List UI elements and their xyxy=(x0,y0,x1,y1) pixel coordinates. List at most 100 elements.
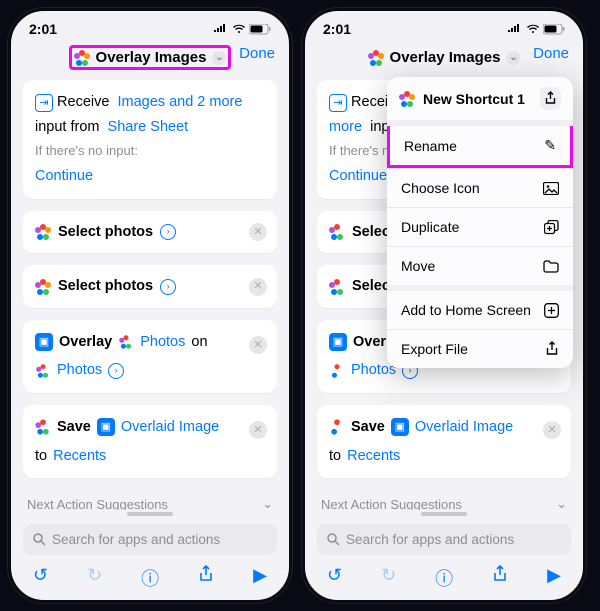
delete-action-icon[interactable]: ✕ xyxy=(249,421,267,439)
token-recents[interactable]: Recents xyxy=(53,444,106,469)
battery-icon xyxy=(543,24,565,35)
select-photos-action-1[interactable]: Select photos › ✕ xyxy=(23,211,277,254)
next-action-suggestions[interactable]: Next Action Suggestions ⌄ xyxy=(317,490,571,510)
delete-action-icon[interactable]: ✕ xyxy=(543,421,561,439)
token-overlaid-image[interactable]: Overlaid Image xyxy=(415,415,513,440)
select-photos-action-2[interactable]: Select photos › ✕ xyxy=(23,265,277,308)
chevron-down-icon: ⌄ xyxy=(212,51,226,65)
token-continue[interactable]: Continue xyxy=(329,168,387,184)
chevron-down-icon: ⌄ xyxy=(506,51,520,65)
shortcut-title: Overlay Images xyxy=(390,49,501,66)
search-field[interactable]: Search for apps and actions xyxy=(317,524,571,555)
expand-icon[interactable]: › xyxy=(160,224,176,240)
done-button[interactable]: Done xyxy=(533,45,569,62)
menu-add-home[interactable]: Add to Home Screen xyxy=(387,291,573,329)
token-overlaid-image[interactable]: Overlaid Image xyxy=(121,415,219,440)
share-button[interactable] xyxy=(492,565,508,591)
text-overlay: Overlay xyxy=(59,330,112,355)
expand-icon[interactable]: › xyxy=(108,363,124,379)
next-action-suggestions[interactable]: Next Action Suggestions ⌄ xyxy=(23,490,277,510)
delete-action-icon[interactable]: ✕ xyxy=(249,223,267,241)
photos-app-icon xyxy=(329,224,345,240)
phone-right-menu-open: 2:01 Overlay Images ⌄ Done ⇥ Recei more … xyxy=(302,8,586,603)
menu-move[interactable]: Move xyxy=(387,246,573,285)
drag-indicator[interactable] xyxy=(421,512,467,516)
photos-app-icon xyxy=(35,420,50,435)
overlay-icon: ▣ xyxy=(329,333,347,351)
status-bar: 2:01 xyxy=(11,11,289,39)
photos-app-icon xyxy=(35,224,51,240)
phone-left-normal: 2:01 Overlay Images ⌄ Done ⇥ Receive Ima… xyxy=(8,8,292,603)
suggestions-label: Next Action Suggestions xyxy=(27,497,168,510)
search-icon xyxy=(327,533,340,546)
token-photos-2[interactable]: Photos xyxy=(57,358,102,383)
text-overlay-trunc: Overl xyxy=(353,330,390,355)
chevron-down-icon: ⌄ xyxy=(262,496,273,510)
expand-icon[interactable]: › xyxy=(160,279,176,295)
wifi-icon xyxy=(232,24,246,34)
overlay-action[interactable]: ▣ Overlay Photos on Photos › ✕ xyxy=(23,320,277,393)
token-share-sheet[interactable]: Share Sheet xyxy=(108,119,189,135)
menu-rename[interactable]: Rename ✎ xyxy=(387,126,573,168)
token-continue[interactable]: Continue xyxy=(35,168,93,184)
status-time: 2:01 xyxy=(29,21,57,37)
photos-mini-icon xyxy=(36,364,50,378)
shortcut-title-button[interactable]: Overlay Images ⌄ xyxy=(360,45,529,70)
text-save: Save xyxy=(57,415,91,440)
search-field[interactable]: Search for apps and actions xyxy=(23,524,277,555)
save-action[interactable]: Save ▣ Overlaid Image to Recents ✕ xyxy=(23,405,277,478)
photos-mini-icon xyxy=(330,364,344,378)
menu-duplicate[interactable]: Duplicate xyxy=(387,207,573,246)
text-to: to xyxy=(329,444,341,469)
token-more-trunc[interactable]: more xyxy=(329,119,362,135)
menu-item-label: Move xyxy=(401,258,435,274)
picture-icon xyxy=(543,182,559,195)
done-button[interactable]: Done xyxy=(239,45,275,62)
chevron-down-icon: ⌄ xyxy=(556,496,567,510)
info-button[interactable]: ⓘ xyxy=(435,565,453,591)
delete-action-icon[interactable]: ✕ xyxy=(249,278,267,296)
info-button[interactable]: ⓘ xyxy=(141,565,159,591)
menu-item-label: Export File xyxy=(401,341,468,357)
action-label: Select photos xyxy=(58,274,153,299)
shortcut-options-menu: New Shortcut 1 Rename ✎ Choose Icon Dupl… xyxy=(387,77,573,368)
menu-header: New Shortcut 1 xyxy=(387,77,573,120)
token-recents[interactable]: Recents xyxy=(347,444,400,469)
input-icon: ⇥ xyxy=(35,94,53,112)
undo-button[interactable]: ↺ xyxy=(33,565,48,591)
share-icon[interactable] xyxy=(540,87,561,110)
share-button[interactable] xyxy=(198,565,214,591)
photos-app-icon xyxy=(35,279,51,295)
run-button[interactable]: ▶ xyxy=(253,565,267,591)
shortcuts-app-icon xyxy=(74,50,90,66)
token-images[interactable]: Images and 2 more xyxy=(117,94,242,110)
shortcuts-app-icon xyxy=(399,91,415,107)
token-photos-1[interactable]: Photos xyxy=(140,330,185,355)
delete-action-icon[interactable]: ✕ xyxy=(249,336,267,354)
shortcut-title: Overlay Images xyxy=(96,49,207,66)
redo-button[interactable]: ↻ xyxy=(381,565,396,591)
redo-button[interactable]: ↻ xyxy=(87,565,102,591)
shortcut-title-button[interactable]: Overlay Images ⌄ xyxy=(69,45,232,70)
menu-choose-icon[interactable]: Choose Icon xyxy=(387,168,573,207)
menu-item-label: Add to Home Screen xyxy=(401,302,531,318)
search-placeholder: Search for apps and actions xyxy=(346,532,514,547)
undo-button[interactable]: ↺ xyxy=(327,565,342,591)
photos-mini-icon xyxy=(119,335,133,349)
save-action[interactable]: Save ▣ Overlaid Image to Recents ✕ xyxy=(317,405,571,478)
run-button[interactable]: ▶ xyxy=(547,565,561,591)
text-on: on xyxy=(191,330,207,355)
drag-indicator[interactable] xyxy=(127,512,173,516)
bottom-toolbar: ↺ ↻ ⓘ ▶ xyxy=(305,555,583,595)
bottom-toolbar: ↺ ↻ ⓘ ▶ xyxy=(11,555,289,595)
home-indicator xyxy=(394,600,494,603)
receive-input-card: ⇥ Receive Images and 2 more input from S… xyxy=(23,80,277,199)
menu-item-label: Rename xyxy=(404,138,457,154)
menu-export[interactable]: Export File xyxy=(387,329,573,368)
plus-app-icon xyxy=(544,303,559,318)
shortcut-name: New Shortcut 1 xyxy=(423,91,532,107)
image-var-icon: ▣ xyxy=(97,418,115,436)
photos-app-icon xyxy=(329,420,344,435)
status-bar: 2:01 xyxy=(305,11,583,39)
editor-header: Overlay Images ⌄ Done xyxy=(11,39,289,80)
